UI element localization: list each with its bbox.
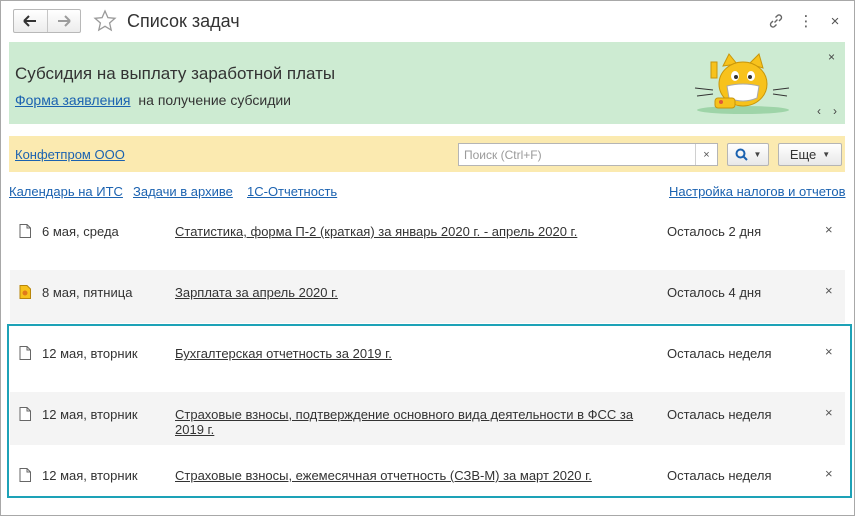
arrow-right-icon (57, 15, 71, 27)
task-status: Осталась неделя (667, 407, 772, 422)
more-button[interactable]: Еще ▼ (778, 143, 842, 166)
navigation-buttons (13, 9, 81, 33)
remove-task-icon[interactable]: × (825, 405, 833, 420)
banner-title: Субсидия на выплату заработной платы (15, 64, 336, 83)
document-icon (19, 407, 31, 421)
task-title-link[interactable]: Страховые взносы, подтверждение основног… (175, 407, 650, 437)
task-date: 6 мая, среда (42, 224, 119, 239)
archived-tasks-link[interactable]: Задачи в архиве (133, 184, 233, 199)
link-icon[interactable] (766, 11, 786, 31)
task-status: Осталось 4 дня (667, 285, 762, 300)
subsidy-banner: Субсидия на выплату заработной платы Фор… (9, 42, 845, 124)
task-date: 8 мая, пятница (42, 285, 133, 300)
task-status: Осталась неделя (667, 468, 772, 483)
remove-task-icon[interactable]: × (825, 466, 833, 481)
task-title-link[interactable]: Статистика, форма П-2 (краткая) за январ… (175, 224, 650, 239)
task-title-link[interactable]: Бухгалтерская отчетность за 2019 г. (175, 346, 650, 361)
company-bar: Конфетпром ООО × ▼ Еще ▼ (9, 136, 845, 172)
banner-text: на получение субсидии (138, 92, 291, 108)
close-banner-icon[interactable]: × (828, 50, 835, 64)
task-list-window: Список задач ⋮ × Субсидия на выплату зар… (0, 0, 855, 516)
task-title-link[interactable]: Зарплата за апрель 2020 г. (175, 285, 650, 300)
clear-search-icon[interactable]: × (695, 144, 717, 165)
task-row: 12 мая, вторник Страховые взносы, ежемес… (10, 453, 845, 506)
mascot-cat-icon (694, 53, 790, 114)
company-link[interactable]: Конфетпром ООО (15, 147, 125, 162)
title-bar: Список задач ⋮ × (1, 1, 854, 41)
remove-task-icon[interactable]: × (825, 344, 833, 359)
search-input[interactable] (459, 144, 696, 165)
task-date: 12 мая, вторник (42, 346, 138, 361)
application-form-link[interactable]: Форма заявления (15, 92, 131, 108)
tax-settings-link[interactable]: Настройка налогов и отчетов (669, 184, 845, 199)
remove-task-icon[interactable]: × (825, 222, 833, 237)
more-button-label: Еще (789, 147, 817, 162)
task-status: Осталась неделя (667, 346, 772, 361)
task-title-link[interactable]: Страховые взносы, ежемесячная отчетность… (175, 468, 650, 483)
task-row: 8 мая, пятница Зарплата за апрель 2020 г… (10, 270, 845, 323)
forward-button[interactable] (46, 10, 80, 32)
task-row: 12 мая, вторник Страховые взносы, подтве… (10, 392, 845, 445)
back-button[interactable] (14, 10, 47, 32)
task-status: Осталось 2 дня (667, 224, 762, 239)
task-row: 6 мая, среда Статистика, форма П-2 (крат… (10, 209, 845, 262)
more-dropdown-caret-icon: ▼ (822, 150, 831, 159)
window-title: Список задач (127, 11, 240, 31)
star-icon[interactable] (93, 9, 117, 33)
banner-next-icon[interactable]: › (833, 104, 837, 118)
task-date: 12 мая, вторник (42, 407, 138, 422)
search-dropdown-caret-icon: ▼ (753, 150, 762, 159)
reporting-link[interactable]: 1С-Отчетность (247, 184, 337, 199)
remove-task-icon[interactable]: × (825, 283, 833, 298)
document-icon (19, 224, 31, 238)
search-box: × (458, 143, 718, 166)
banner-prev-icon[interactable]: ‹ (817, 104, 821, 118)
its-calendar-link[interactable]: Календарь на ИТС (9, 184, 123, 199)
salary-document-icon (19, 285, 31, 299)
search-button[interactable]: ▼ (727, 143, 769, 166)
task-date: 12 мая, вторник (42, 468, 138, 483)
task-row: 12 мая, вторник Бухгалтерская отчетность… (10, 331, 845, 384)
banner-line: Форма заявления на получение субсидии (15, 92, 291, 108)
close-window-icon[interactable]: × (825, 11, 845, 31)
document-icon (19, 346, 31, 360)
arrow-left-icon (23, 15, 37, 27)
document-icon (19, 468, 31, 482)
more-actions-icon[interactable]: ⋮ (796, 11, 816, 31)
magnifier-icon (735, 148, 748, 161)
